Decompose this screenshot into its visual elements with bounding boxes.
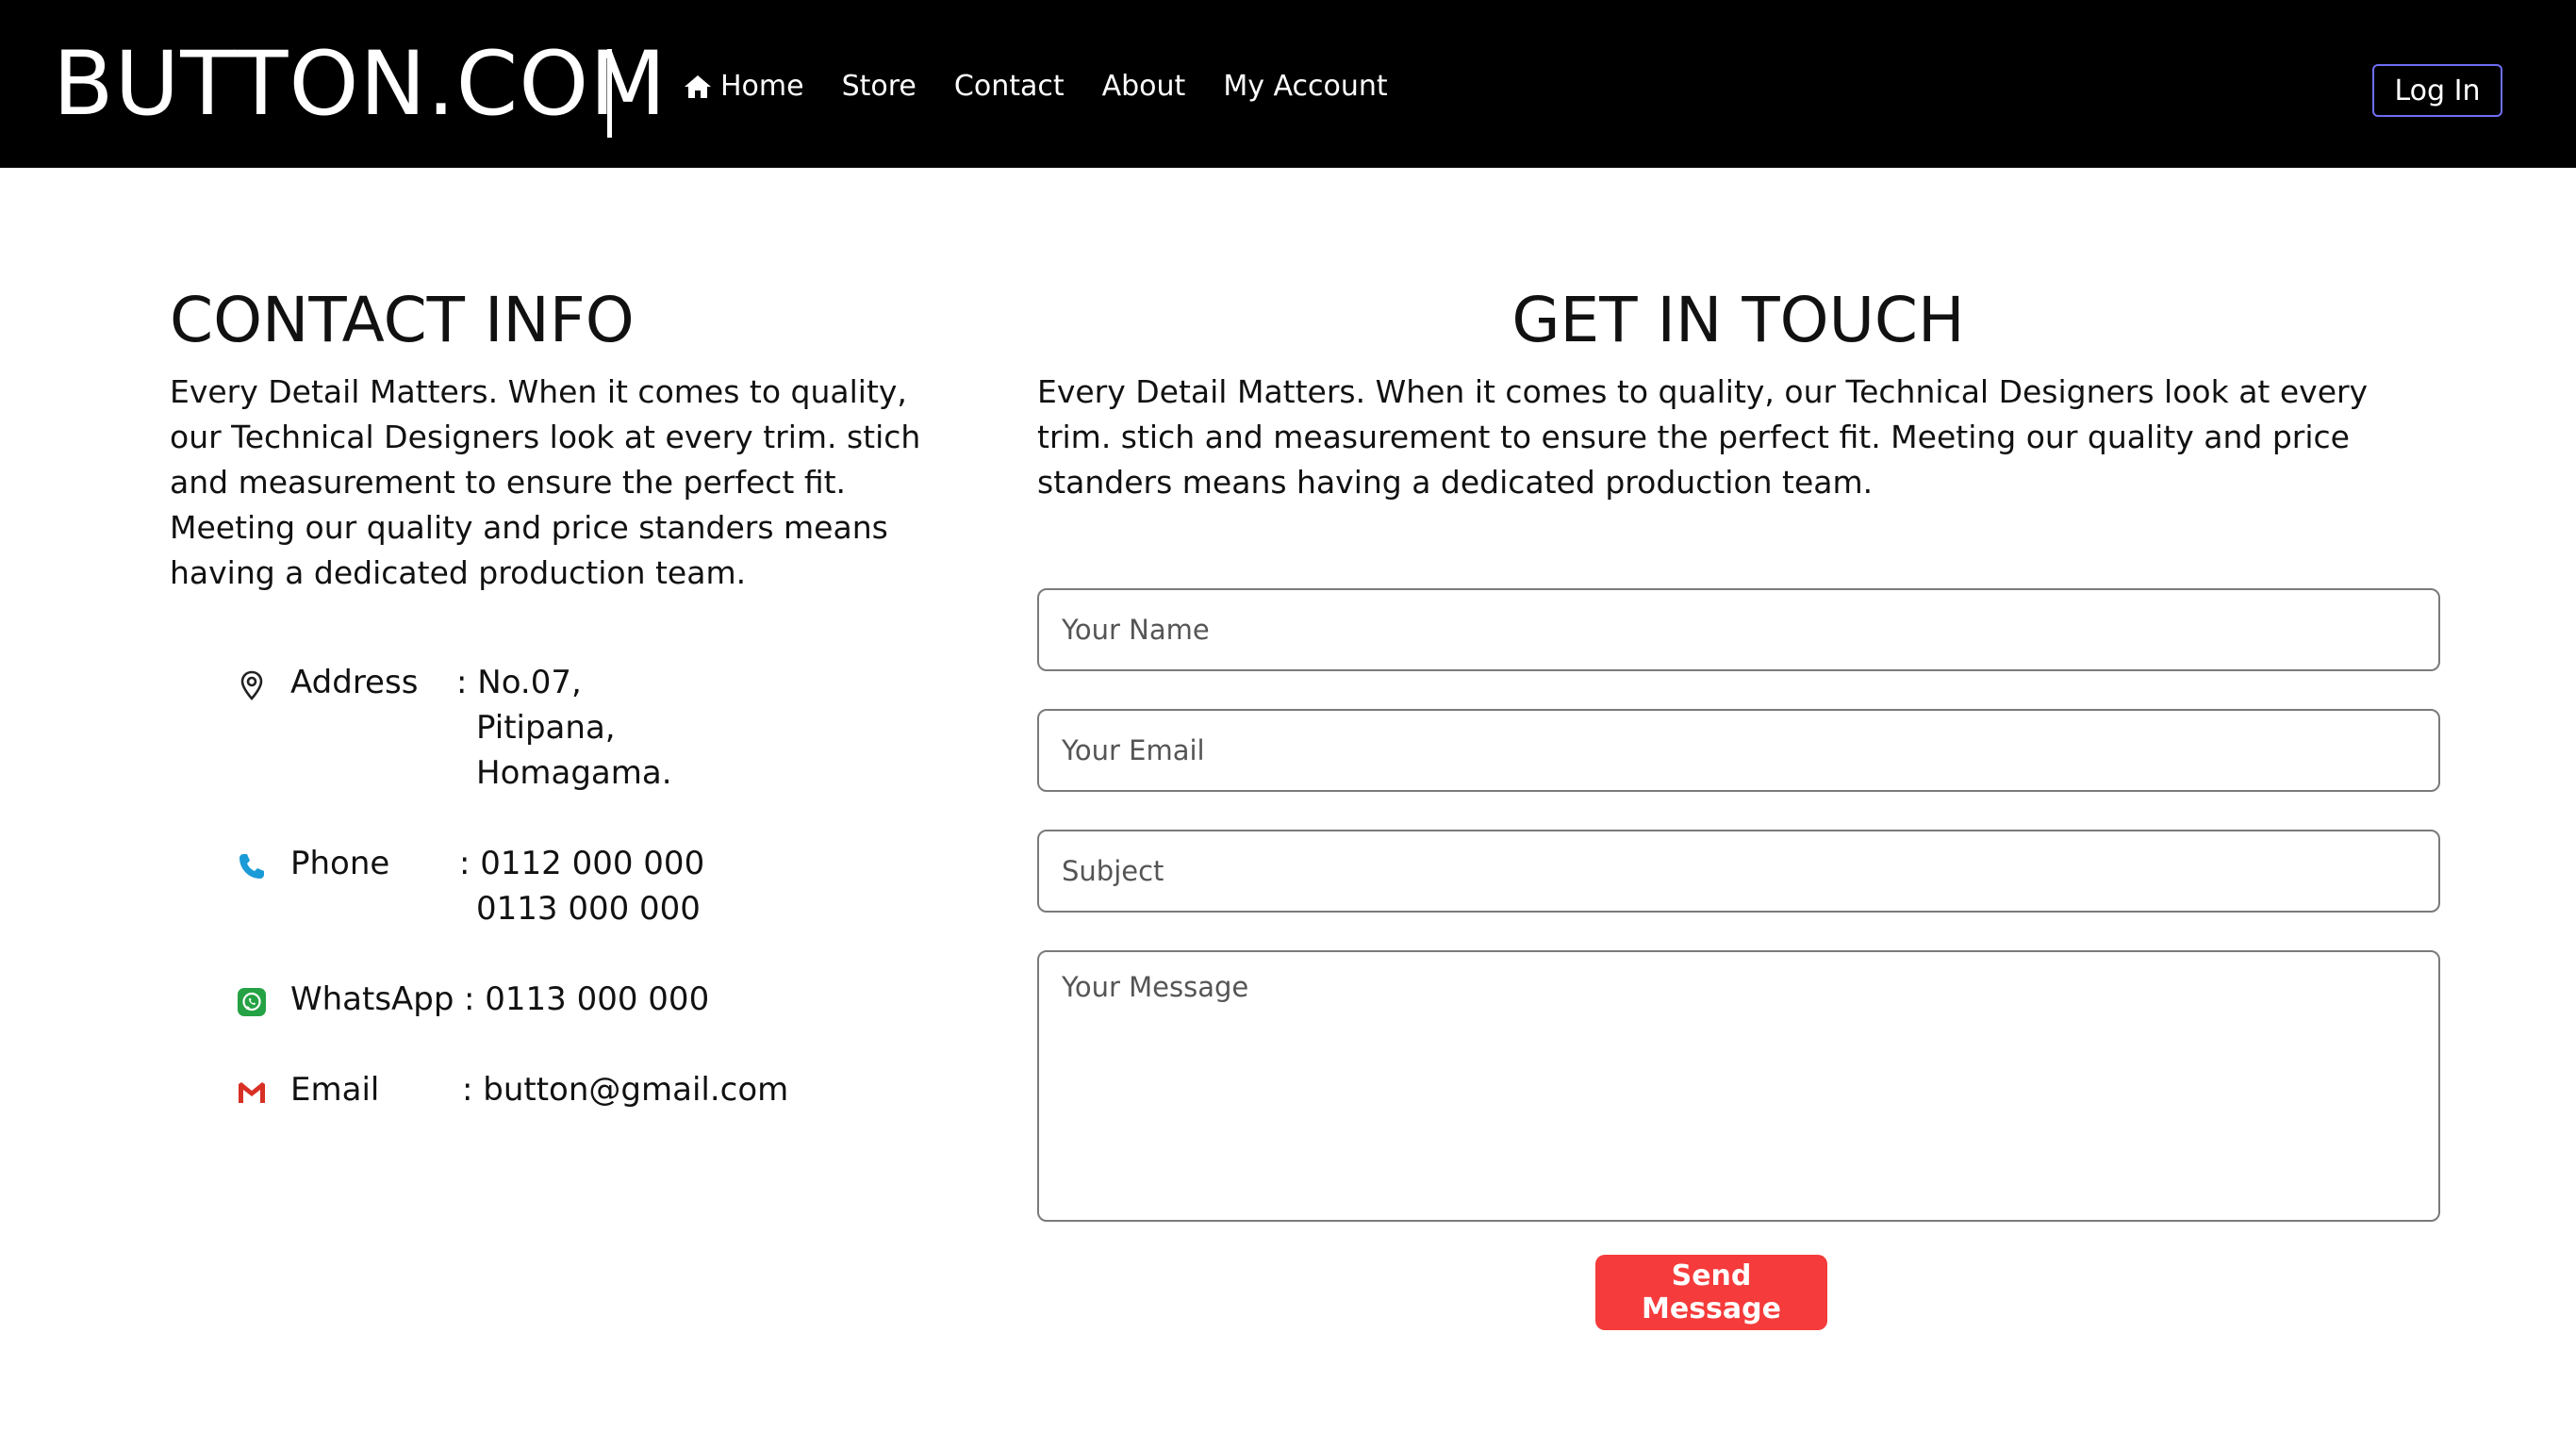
phone-icon bbox=[239, 854, 264, 879]
navbar: BUTTON.COM Home Store Contact About My A… bbox=[0, 0, 2576, 168]
message-textarea[interactable] bbox=[1037, 950, 2440, 1222]
address-label: Address bbox=[290, 664, 419, 701]
phone-number-1: : 0112 000 000 bbox=[459, 845, 705, 882]
whatsapp-label: WhatsApp bbox=[290, 980, 454, 1018]
phone-label: Phone bbox=[290, 845, 390, 882]
address-line-1: : No.07, bbox=[456, 664, 582, 701]
home-icon bbox=[685, 75, 711, 98]
nav-link-home-label: Home bbox=[720, 70, 804, 103]
whatsapp-row: WhatsApp : 0113 000 000 bbox=[236, 977, 801, 1024]
brand-divider bbox=[607, 49, 612, 138]
nav-links: Home Store Contact About My Account bbox=[683, 70, 1388, 104]
send-message-button[interactable]: Send Message bbox=[1595, 1255, 1827, 1330]
address-row: Address : No.07, Pitipana, Homagama. bbox=[236, 660, 801, 801]
whatsapp-values: : 0113 000 000 bbox=[464, 977, 709, 1022]
get-in-touch-title: GET IN TOUCH bbox=[1511, 284, 1965, 356]
contact-info-section: CONTACT INFO Every Detail Matters. When … bbox=[170, 283, 924, 596]
brand-logo[interactable]: BUTTON.COM bbox=[53, 38, 667, 132]
email-input[interactable] bbox=[1037, 709, 2440, 792]
login-button[interactable]: Log In bbox=[2372, 64, 2502, 117]
nav-link-contact[interactable]: Contact bbox=[954, 70, 1065, 104]
email-row: Email : button@gmail.com bbox=[236, 1067, 801, 1114]
nav-link-store-label: Store bbox=[841, 70, 916, 103]
get-in-touch-section: GET IN TOUCH Every Detail Matters. When … bbox=[1037, 283, 2440, 505]
whatsapp-icon bbox=[238, 988, 266, 1016]
contact-info-description: Every Detail Matters. When it comes to q… bbox=[170, 373, 921, 591]
phone-values: : 0112 000 000 0113 000 000 bbox=[459, 841, 704, 931]
address-values: : No.07, Pitipana, Homagama. bbox=[456, 660, 672, 796]
nav-link-contact-label: Contact bbox=[953, 70, 1065, 103]
location-pin-icon bbox=[240, 670, 263, 700]
name-input[interactable] bbox=[1037, 588, 2440, 671]
email-label: Email bbox=[290, 1071, 380, 1109]
nav-link-my-account[interactable]: My Account bbox=[1223, 70, 1387, 104]
nav-link-home[interactable]: Home bbox=[683, 70, 804, 104]
phone-row: Phone : 0112 000 000 0113 000 000 bbox=[236, 841, 801, 935]
gmail-icon bbox=[239, 1082, 265, 1103]
nav-link-my-account-label: My Account bbox=[1223, 70, 1388, 103]
nav-link-store[interactable]: Store bbox=[842, 70, 916, 104]
whatsapp-number: : 0113 000 000 bbox=[464, 980, 710, 1018]
email-address[interactable]: : button@gmail.com bbox=[462, 1067, 788, 1112]
subject-input[interactable] bbox=[1037, 830, 2440, 913]
phone-number-2: 0113 000 000 bbox=[476, 890, 701, 928]
get-in-touch-description: Every Detail Matters. When it comes to q… bbox=[1037, 373, 2369, 501]
nav-link-about-label: About bbox=[1101, 70, 1186, 103]
address-line-3: Homagama. bbox=[476, 754, 672, 792]
contact-info-title: CONTACT INFO bbox=[170, 284, 635, 356]
nav-link-about[interactable]: About bbox=[1102, 70, 1186, 104]
address-line-2: Pitipana, bbox=[476, 709, 616, 747]
email-values: : button@gmail.com bbox=[462, 1067, 788, 1112]
